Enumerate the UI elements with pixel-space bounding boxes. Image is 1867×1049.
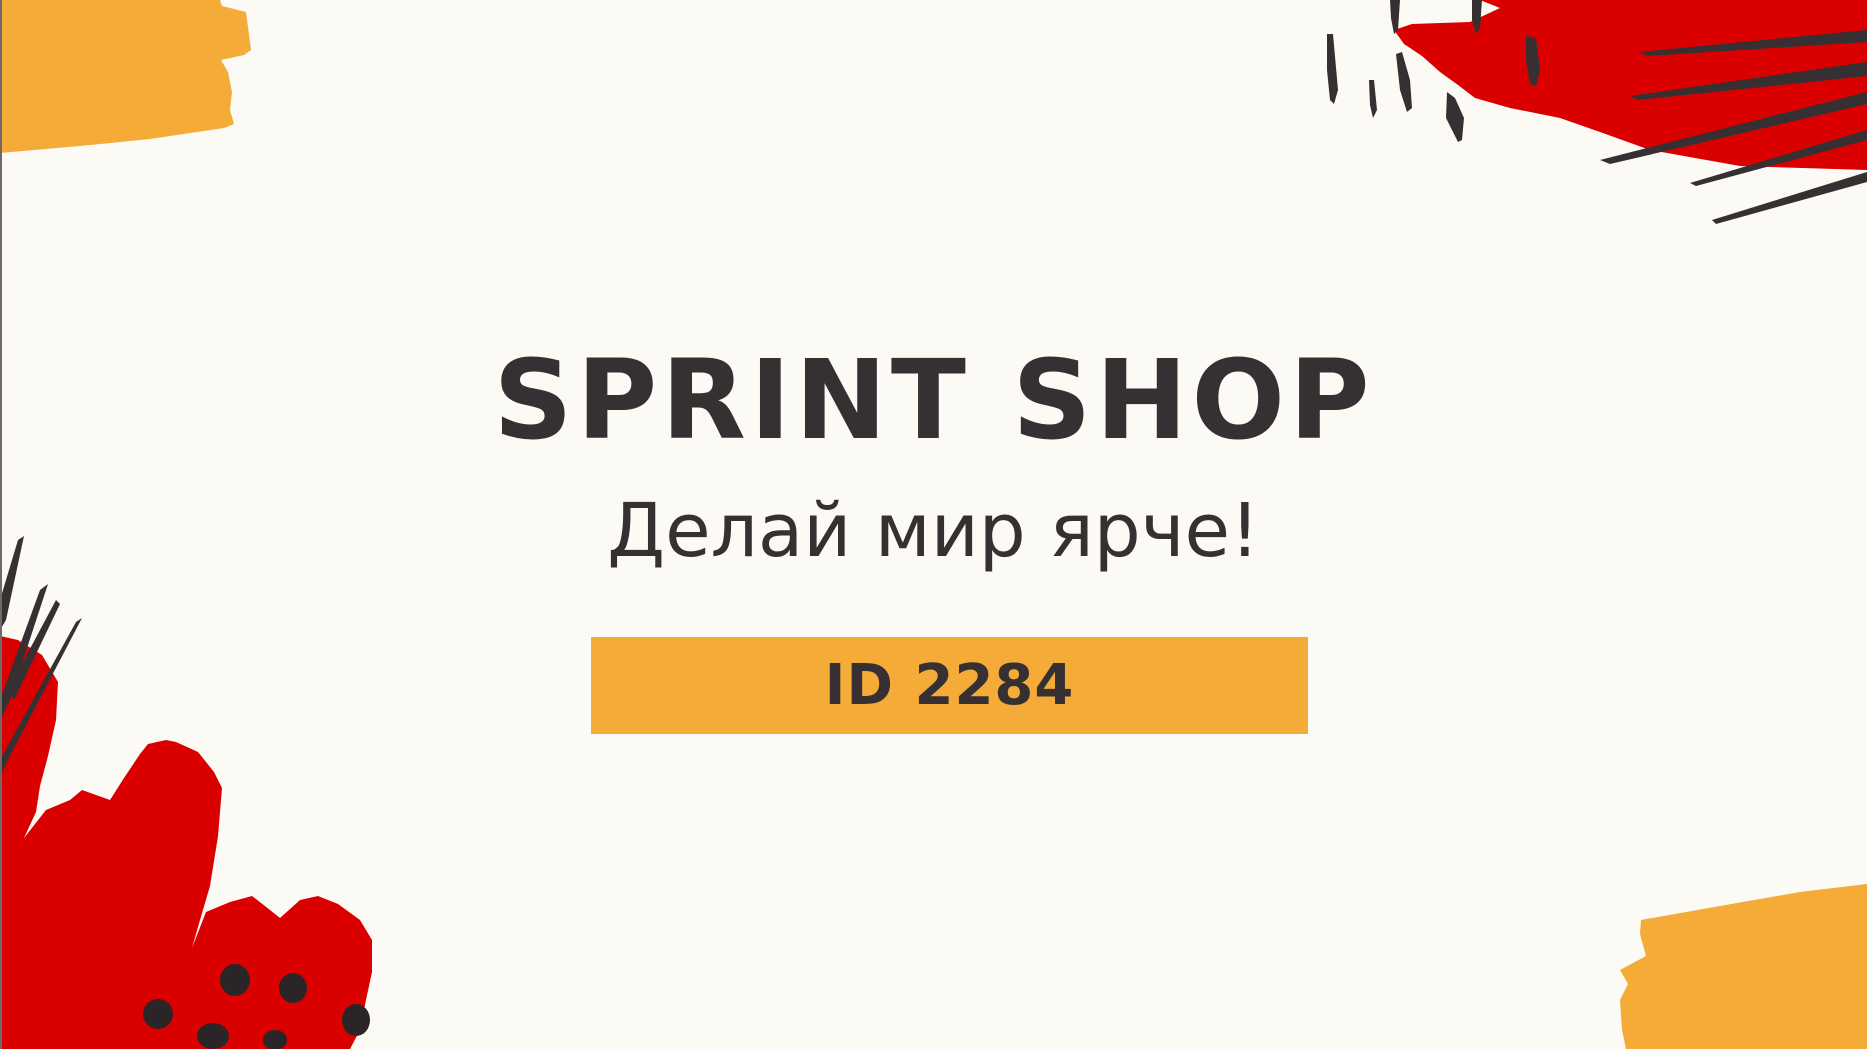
- brand-title: SPRINT SHOP: [493, 336, 1374, 464]
- id-badge: ID 2284: [591, 637, 1308, 734]
- orange-brush-stroke-bottom-right: [1620, 884, 1867, 1049]
- id-label: ID 2284: [824, 653, 1075, 718]
- orange-brush-stroke-top-left: [0, 0, 251, 153]
- red-paint-splash-top-right: [1394, 0, 1867, 170]
- red-paint-splash-bottom-left: [0, 636, 372, 1049]
- brand-slogan: Делай мир ярче!: [607, 488, 1260, 574]
- banner-canvas: SPRINT SHOP Делай мир ярче! ID 2284: [0, 0, 1867, 1049]
